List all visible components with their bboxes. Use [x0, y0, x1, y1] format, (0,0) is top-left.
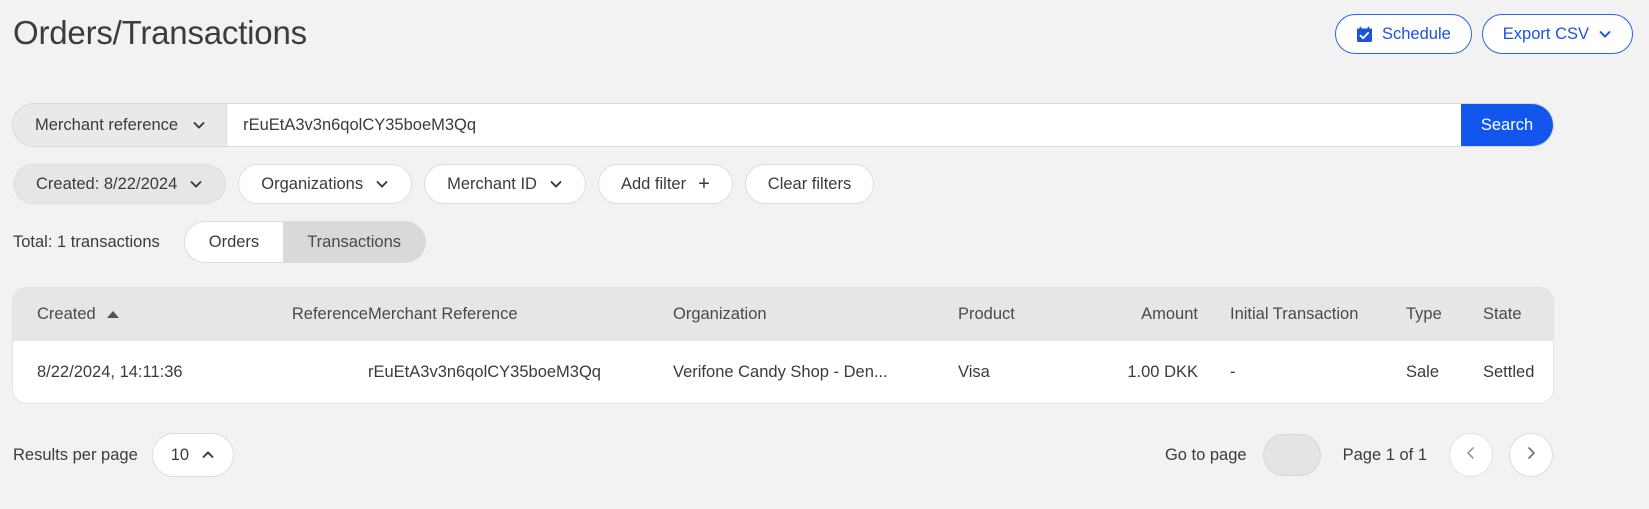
- column-header-created-label: Created: [37, 305, 96, 323]
- column-header-type[interactable]: Type: [1398, 288, 1483, 341]
- chevron-down-icon: [549, 177, 563, 191]
- filter-chip-merchant-id[interactable]: Merchant ID: [424, 164, 586, 204]
- column-header-initial-transaction[interactable]: Initial Transaction: [1198, 288, 1398, 341]
- calendar-check-icon: [1356, 26, 1373, 43]
- export-csv-button-label: Export CSV: [1502, 24, 1589, 43]
- export-csv-button[interactable]: Export CSV: [1481, 14, 1633, 54]
- filter-chip-created[interactable]: Created: 8/22/2024: [13, 164, 227, 204]
- total-label: Total: 1 transactions: [13, 232, 160, 251]
- chevron-down-icon: [189, 177, 203, 191]
- filter-chips: Created: 8/22/2024 Organizations Merchan…: [13, 164, 875, 204]
- sort-ascending-icon: [106, 311, 119, 318]
- table-header: Created Reference Merchant Reference Org…: [13, 288, 1553, 341]
- column-header-created[interactable]: Created: [13, 288, 238, 341]
- cell-created: 8/22/2024, 14:11:36: [13, 341, 238, 403]
- column-header-state[interactable]: State: [1483, 288, 1553, 341]
- schedule-button[interactable]: Schedule: [1334, 14, 1472, 54]
- go-to-page-label: Go to page: [1164, 445, 1247, 464]
- table-row[interactable]: 8/22/2024, 14:11:36 rEuEtA3v3n6qolCY35bo…: [13, 341, 1553, 403]
- search-button[interactable]: Search: [1461, 104, 1553, 146]
- cell-initial-transaction: -: [1198, 341, 1398, 403]
- search-field-select[interactable]: Merchant reference: [13, 104, 227, 146]
- header-actions: Schedule Export CSV: [1334, 14, 1633, 54]
- go-to-page-input[interactable]: [1262, 434, 1321, 476]
- column-header-product[interactable]: Product: [958, 288, 1093, 341]
- plus-icon: +: [698, 173, 710, 195]
- column-header-merchant-reference[interactable]: Merchant Reference: [368, 288, 673, 341]
- cell-type: Sale: [1398, 341, 1483, 403]
- column-header-organization[interactable]: Organization: [673, 288, 958, 341]
- view-toggle: Orders Transactions: [184, 222, 426, 262]
- cell-merchant-reference: rEuEtA3v3n6qolCY35boeM3Qq: [368, 341, 673, 403]
- next-page-button[interactable]: [1509, 433, 1553, 477]
- clear-filters-label: Clear filters: [767, 174, 852, 193]
- tab-transactions[interactable]: Transactions: [283, 222, 426, 262]
- transactions-table: Created Reference Merchant Reference Org…: [13, 288, 1553, 403]
- cell-amount: 1.00 DKK: [1093, 341, 1198, 403]
- filter-chip-merchant-id-label: Merchant ID: [447, 174, 537, 193]
- cell-organization: Verifone Candy Shop - Den...: [673, 341, 958, 403]
- chevron-left-icon: [1463, 445, 1479, 466]
- cell-reference: [238, 341, 368, 403]
- tab-orders[interactable]: Orders: [184, 222, 284, 262]
- page-header: Orders/Transactions Schedule Export CSV: [0, 0, 1649, 72]
- search-field-select-label: Merchant reference: [35, 115, 179, 134]
- chevron-down-icon: [375, 177, 389, 191]
- column-header-amount[interactable]: Amount: [1093, 288, 1198, 341]
- results-table: Created Reference Merchant Reference Org…: [13, 288, 1553, 403]
- page-indicator: Page 1 of 1: [1342, 445, 1427, 464]
- summary-row: Total: 1 transactions Orders Transaction…: [13, 222, 426, 262]
- results-per-page-select[interactable]: 10: [151, 433, 235, 477]
- add-filter-button[interactable]: Add filter +: [597, 164, 733, 204]
- orders-transactions-page: Orders/Transactions Schedule Export CSV: [0, 0, 1649, 509]
- search-input[interactable]: [226, 104, 1461, 146]
- search-bar: Merchant reference Search: [13, 104, 1553, 146]
- table-header-row: Created Reference Merchant Reference Org…: [13, 288, 1553, 341]
- chevron-up-icon: [201, 448, 215, 462]
- chevron-down-icon: [1598, 27, 1612, 41]
- results-per-page-value: 10: [170, 445, 190, 464]
- filter-chip-organizations-label: Organizations: [261, 174, 364, 193]
- previous-page-button[interactable]: [1449, 433, 1493, 477]
- results-per-page-label: Results per page: [13, 445, 138, 464]
- chevron-down-icon: [192, 118, 206, 132]
- page-title: Orders/Transactions: [13, 14, 307, 51]
- cell-product: Visa: [958, 341, 1093, 403]
- schedule-button-label: Schedule: [1381, 24, 1451, 43]
- chevron-right-icon: [1523, 445, 1539, 466]
- clear-filters-button[interactable]: Clear filters: [744, 164, 875, 204]
- column-header-reference[interactable]: Reference: [238, 288, 368, 341]
- cell-state: Settled: [1483, 341, 1553, 403]
- table-body: 8/22/2024, 14:11:36 rEuEtA3v3n6qolCY35bo…: [13, 341, 1553, 403]
- add-filter-label: Add filter: [620, 174, 687, 193]
- pagination-footer: Results per page 10 Go to page Page 1 of…: [13, 430, 1553, 480]
- filter-chip-organizations[interactable]: Organizations: [238, 164, 413, 204]
- filter-chip-created-label: Created: 8/22/2024: [36, 174, 178, 193]
- pagination-controls: Go to page Page 1 of 1: [1165, 433, 1553, 477]
